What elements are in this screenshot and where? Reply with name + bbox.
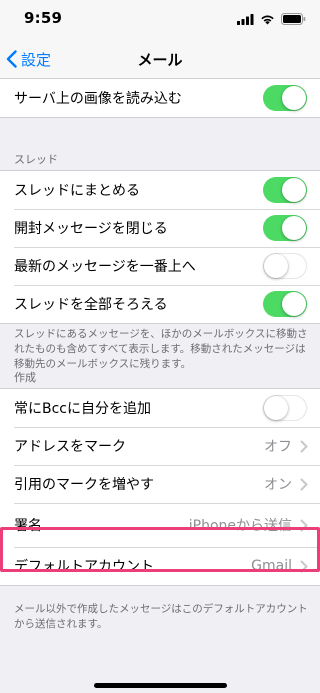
row-value: オフ (264, 439, 292, 455)
row-label: サーバ上の画像を読み込む (14, 91, 182, 107)
row-label: スレッドにまとめる (14, 183, 140, 199)
row-label: アドレスをマーク (14, 439, 126, 455)
settings-group-thread: スレッドにまとめる 開封メッセージを閉じる 最新のメッセージを一番上へ スレッド… (0, 170, 320, 324)
settings-group-images: サーバ上の画像を読み込む (0, 78, 320, 118)
page-title: メール (137, 51, 183, 69)
row-label: 常にBccに自分を追加 (14, 401, 151, 417)
chevron-right-icon (300, 440, 308, 453)
row-value: オン (264, 477, 292, 493)
row-complete-threads: スレッドを全部そろえる (0, 285, 320, 323)
complete-threads-toggle[interactable] (263, 291, 307, 317)
wifi-icon (261, 15, 274, 24)
row-organize-by-thread: スレッドにまとめる (0, 171, 320, 209)
status-time: 9:59 (24, 9, 63, 27)
row-collapse-read: 開封メッセージを閉じる (0, 209, 320, 247)
row-always-bcc-myself: 常にBccに自分を追加 (0, 389, 320, 427)
status-icons (237, 12, 306, 26)
status-bar: 9:59 (0, 0, 320, 40)
home-indicator (94, 683, 227, 688)
navigation-bar: 設定 メール (0, 40, 320, 79)
row-label: 開封メッセージを閉じる (14, 221, 168, 237)
row-label: 最新のメッセージを一番上へ (14, 259, 196, 275)
row-label: スレッドを全部そろえる (14, 297, 168, 313)
signal-icon (237, 13, 254, 25)
signature-highlight-box (0, 527, 320, 572)
organize-by-thread-toggle[interactable] (263, 177, 307, 203)
row-most-recent-on-top: 最新のメッセージを一番上へ (0, 247, 320, 285)
row-load-remote-images: サーバ上の画像を読み込む (0, 79, 320, 117)
chevron-right-icon (300, 478, 308, 491)
section-header-compose: 作成 (14, 371, 36, 384)
collapse-read-toggle[interactable] (263, 215, 307, 241)
row-label: 引用のマークを増やす (14, 477, 154, 493)
section-footer-thread: スレッドにあるメッセージを、ほかのメールボックスに移動されたものも含めてすべて表… (14, 328, 308, 370)
battery-icon (281, 13, 306, 25)
section-header-thread: スレッド (14, 153, 58, 166)
row-increase-quote-level[interactable]: 引用のマークを増やす オン (0, 465, 320, 503)
load-remote-images-toggle[interactable] (263, 85, 307, 111)
always-bcc-myself-toggle[interactable] (263, 395, 307, 421)
section-footer-compose: メール以外で作成したメッセージはこのデフォルトアカウントから送信されます。 (14, 603, 308, 630)
most-recent-on-top-toggle[interactable] (263, 253, 307, 279)
row-mark-addresses[interactable]: アドレスをマーク オフ (0, 427, 320, 465)
